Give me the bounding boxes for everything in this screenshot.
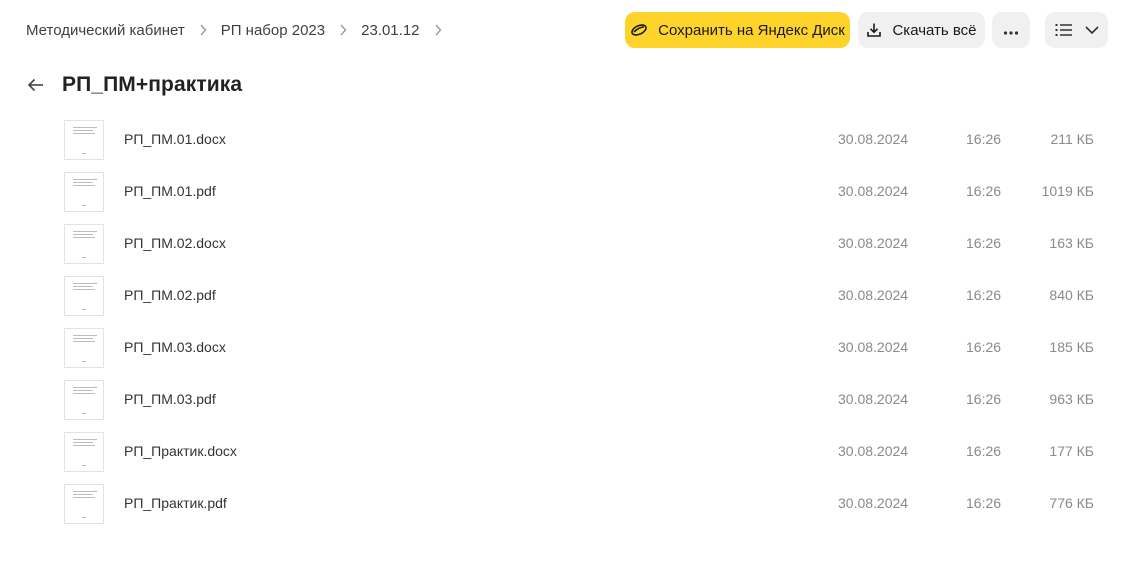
file-size: 163 КБ	[1049, 235, 1094, 251]
file-size: 840 КБ	[1049, 287, 1094, 303]
file-size: 1019 КБ	[1041, 183, 1094, 199]
file-thumbnail	[64, 224, 104, 264]
file-thumbnail	[64, 276, 104, 316]
file-row[interactable]: РП_ПМ.01.docx 30.08.2024 16:26 211 КБ	[0, 114, 1125, 166]
file-name: РП_ПМ.02.docx	[124, 235, 226, 251]
file-row[interactable]: РП_Практик.pdf 30.08.2024 16:26 776 КБ	[0, 478, 1125, 530]
file-name: РП_Практик.pdf	[124, 495, 227, 511]
file-name: РП_ПМ.03.docx	[124, 339, 226, 355]
chevron-right-icon	[325, 24, 361, 36]
chevron-down-icon	[1084, 26, 1099, 34]
file-date: 30.08.2024	[838, 183, 909, 199]
file-name: РП_ПМ.01.pdf	[124, 183, 216, 199]
file-size: 185 КБ	[1049, 339, 1094, 355]
file-date: 30.08.2024	[838, 339, 909, 355]
more-icon	[1003, 22, 1019, 39]
breadcrumb: Методический кабинет РП набор 2023 23.01…	[26, 20, 456, 40]
download-all-button[interactable]: Скачать всё	[858, 12, 985, 48]
download-button-label: Скачать всё	[892, 21, 977, 39]
file-name: РП_ПМ.01.docx	[124, 131, 226, 147]
save-button-label: Сохранить на Яндекс Диск	[658, 21, 845, 39]
breadcrumb-item-23-01-12[interactable]: 23.01.12	[361, 22, 419, 39]
top-bar: Методический кабинет РП набор 2023 23.01…	[0, 0, 1125, 60]
file-thumbnail	[64, 328, 104, 368]
file-time: 16:26	[966, 339, 1002, 355]
save-to-disk-button[interactable]: Сохранить на Яндекс Диск	[625, 12, 850, 48]
folder-header: РП_ПМ+практика	[26, 70, 242, 100]
file-row[interactable]: РП_ПМ.02.pdf 30.08.2024 16:26 840 КБ	[0, 270, 1125, 322]
file-thumbnail	[64, 172, 104, 212]
file-time: 16:26	[966, 443, 1002, 459]
file-thumbnail	[64, 484, 104, 524]
file-row[interactable]: РП_ПМ.03.docx 30.08.2024 16:26 185 КБ	[0, 322, 1125, 374]
file-time: 16:26	[966, 131, 1002, 147]
download-icon	[866, 22, 882, 38]
more-button[interactable]	[992, 12, 1030, 48]
list-view-icon	[1055, 23, 1073, 37]
file-thumbnail	[64, 432, 104, 472]
file-time: 16:26	[966, 495, 1002, 511]
file-name: РП_Практик.docx	[124, 443, 237, 459]
disk-save-icon	[630, 23, 648, 37]
view-mode-button[interactable]	[1045, 12, 1108, 48]
arrow-left-icon[interactable]	[26, 75, 46, 95]
file-size: 963 КБ	[1049, 391, 1094, 407]
chevron-right-icon	[420, 24, 456, 36]
file-time: 16:26	[966, 287, 1002, 303]
file-name: РП_ПМ.02.pdf	[124, 287, 216, 303]
file-row[interactable]: РП_ПМ.02.docx 30.08.2024 16:26 163 КБ	[0, 218, 1125, 270]
file-date: 30.08.2024	[838, 131, 909, 147]
file-row[interactable]: РП_ПМ.03.pdf 30.08.2024 16:26 963 КБ	[0, 374, 1125, 426]
file-time: 16:26	[966, 183, 1002, 199]
file-date: 30.08.2024	[838, 235, 909, 251]
file-thumbnail	[64, 120, 104, 160]
file-name: РП_ПМ.03.pdf	[124, 391, 216, 407]
file-row[interactable]: РП_Практик.docx 30.08.2024 16:26 177 КБ	[0, 426, 1125, 478]
file-thumbnail	[64, 380, 104, 420]
file-date: 30.08.2024	[838, 287, 909, 303]
file-row[interactable]: РП_ПМ.01.pdf 30.08.2024 16:26 1019 КБ	[0, 166, 1125, 218]
file-time: 16:26	[966, 391, 1002, 407]
file-size: 776 КБ	[1049, 495, 1094, 511]
chevron-right-icon	[185, 24, 221, 36]
file-date: 30.08.2024	[838, 495, 909, 511]
file-list: РП_ПМ.01.docx 30.08.2024 16:26 211 КБ РП_ПМ.…	[0, 114, 1125, 530]
file-date: 30.08.2024	[838, 391, 909, 407]
breadcrumb-item-rp-set-2023[interactable]: РП набор 2023	[221, 22, 325, 39]
file-size: 177 КБ	[1049, 443, 1094, 459]
file-size: 211 КБ	[1050, 131, 1094, 147]
page-title: РП_ПМ+практика	[62, 73, 243, 96]
breadcrumb-item-methodical-cabinet[interactable]: Методический кабинет	[26, 22, 185, 39]
file-date: 30.08.2024	[838, 443, 909, 459]
file-time: 16:26	[966, 235, 1002, 251]
